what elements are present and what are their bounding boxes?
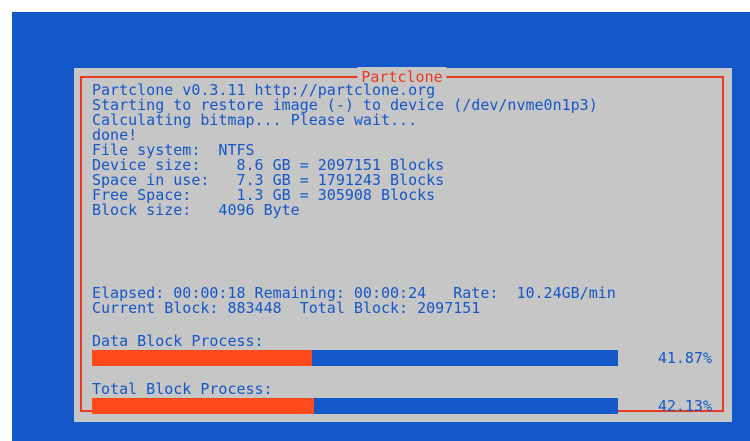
total-block-progress: Total Block Process: 42.13% xyxy=(92,380,712,414)
info-line: Calculating bitmap... Please wait... xyxy=(92,111,418,129)
info-line: Block size: 4096 Byte xyxy=(92,201,300,219)
block-stats: Current Block: 883448 Total Block: 20971… xyxy=(92,299,481,317)
screen-background: Partclone Partclone v0.3.11 http://partc… xyxy=(12,12,750,441)
data-block-progress-fill xyxy=(92,350,313,366)
data-block-label: Data Block Process: xyxy=(92,332,264,350)
partclone-dialog: Partclone Partclone v0.3.11 http://partc… xyxy=(74,67,732,422)
total-block-label: Total Block Process: xyxy=(92,380,273,398)
total-block-progress-bar xyxy=(92,398,618,414)
total-block-percent: 42.13% xyxy=(657,397,712,415)
dialog-frame: Partclone Partclone v0.3.11 http://partc… xyxy=(80,67,724,414)
data-block-progress: Data Block Process: 41.87% xyxy=(92,332,712,366)
info-lines: Partclone v0.3.11 http://partclone.org S… xyxy=(92,83,598,218)
data-block-progress-bar xyxy=(92,350,618,366)
total-block-progress-fill xyxy=(92,398,314,414)
status-stats: Elapsed: 00:00:18 Remaining: 00:00:24 Ra… xyxy=(92,286,616,316)
data-block-percent: 41.87% xyxy=(657,349,712,367)
